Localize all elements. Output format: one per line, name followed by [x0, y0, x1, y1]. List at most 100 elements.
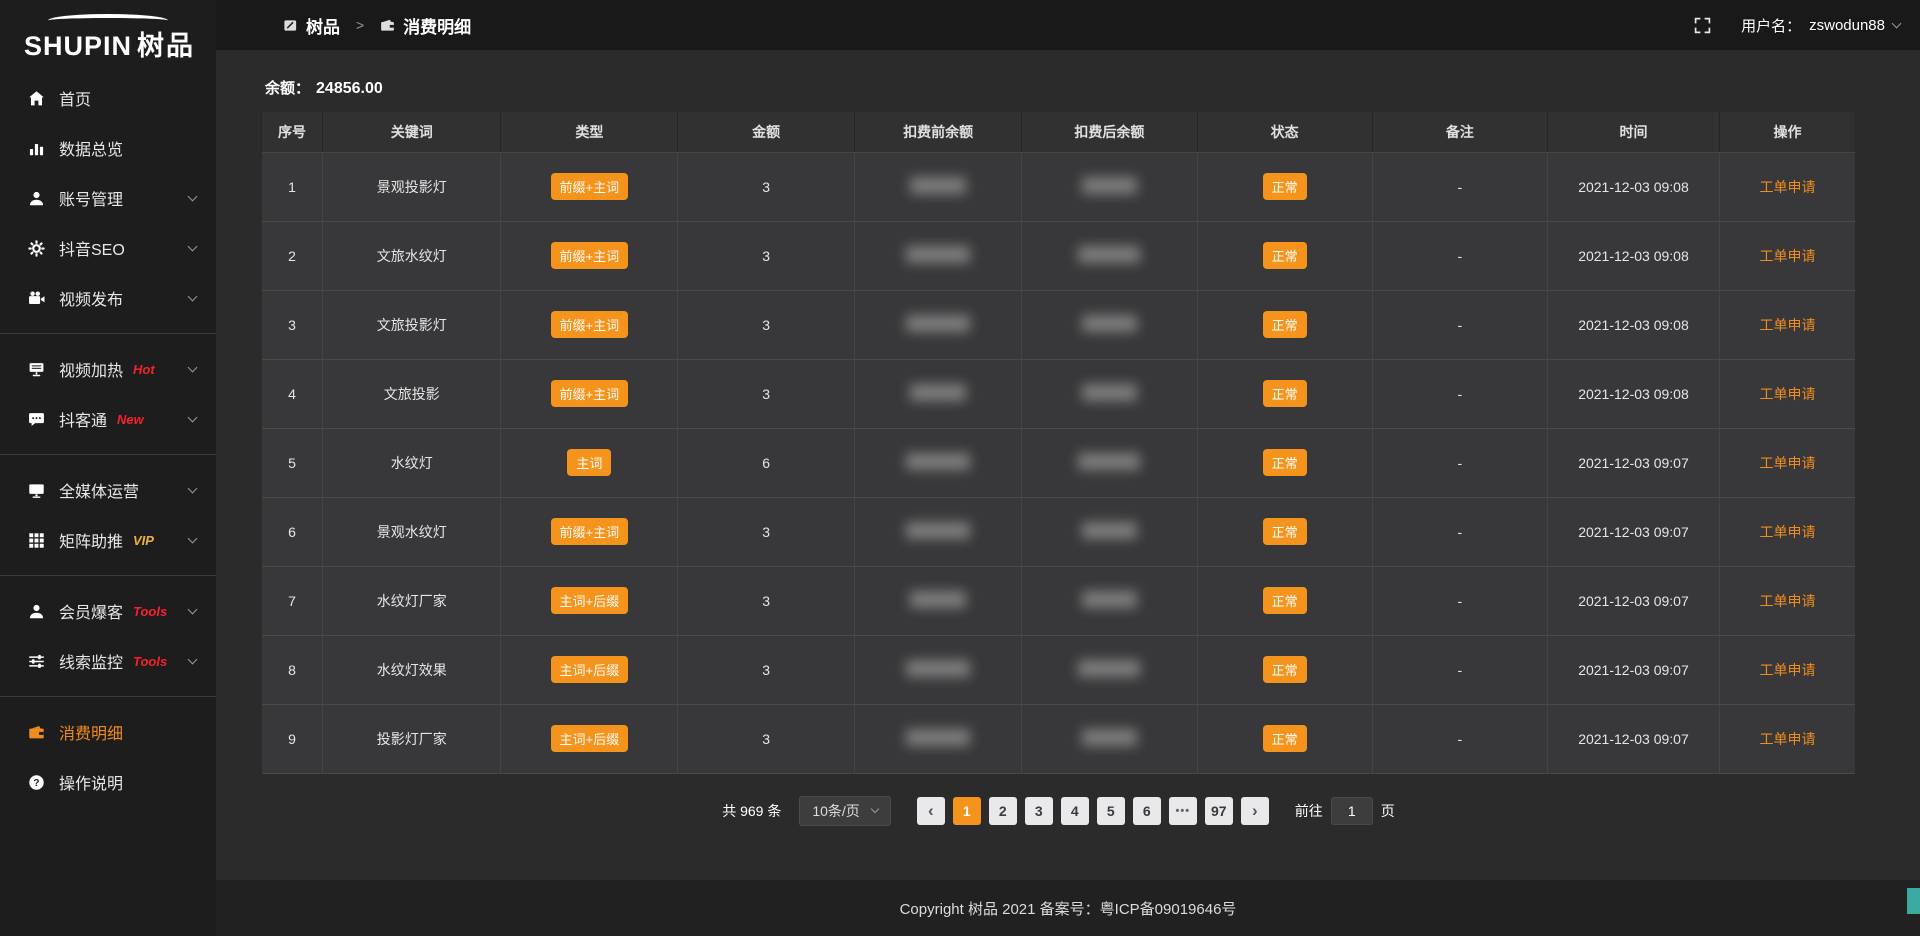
- sidebar-item-3[interactable]: 账号管理: [0, 173, 216, 223]
- sidebar-item-11[interactable]: 线索监控Tools: [0, 636, 216, 686]
- column-header-10: 操作: [1720, 112, 1856, 152]
- ticket-apply-link[interactable]: 工单申请: [1760, 524, 1816, 540]
- ticket-apply-link[interactable]: 工单申请: [1760, 455, 1816, 471]
- cell-index: 5: [262, 428, 323, 497]
- cell-keyword: 水纹灯厂家: [323, 566, 501, 635]
- masked-value: [910, 177, 966, 194]
- sidebar-item-label: 数据总览: [59, 136, 123, 160]
- service-widget[interactable]: [1907, 888, 1920, 914]
- sidebar-item-6[interactable]: 视频加热Hot: [0, 344, 216, 394]
- cell-time: 2021-12-03 09:07: [1547, 566, 1719, 635]
- cell-remark: -: [1372, 152, 1547, 221]
- chevron-down-icon: [188, 412, 198, 422]
- cell-action: 工单申请: [1720, 566, 1856, 635]
- chevron-down-icon: [188, 483, 198, 493]
- page-size-select[interactable]: 10条/页: [799, 796, 890, 826]
- ticket-apply-link[interactable]: 工单申请: [1760, 317, 1816, 333]
- consumption-table: 序号关键词类型金额扣费前余额扣费后余额状态备注时间操作 1景观投影灯前缀+主词3…: [262, 112, 1855, 774]
- monitor-icon: [28, 482, 45, 499]
- prev-page-button[interactable]: ‹: [917, 797, 945, 825]
- cell-balance-before: [855, 497, 1022, 566]
- cell-balance-after: [1022, 152, 1197, 221]
- username-value[interactable]: zswodun88: [1809, 17, 1885, 34]
- ticket-apply-link[interactable]: 工单申请: [1760, 593, 1816, 609]
- column-header-5: 扣费前余额: [855, 112, 1022, 152]
- topbar: 树品 > 消费明细 用户名： zswodun88: [216, 0, 1920, 50]
- sidebar-item-10[interactable]: 会员爆客Tools: [0, 586, 216, 636]
- type-badge: 前缀+主词: [551, 311, 629, 338]
- goto-label: 前往: [1295, 801, 1323, 821]
- page-button-1[interactable]: 1: [953, 797, 981, 825]
- sidebar-item-2[interactable]: 数据总览: [0, 123, 216, 173]
- sidebar-item-label: 矩阵助推: [59, 528, 123, 552]
- masked-value: [1082, 729, 1137, 746]
- cell-keyword: 景观投影灯: [323, 152, 501, 221]
- cell-amount: 3: [678, 635, 855, 704]
- masked-value: [1082, 591, 1137, 608]
- cell-index: 3: [262, 290, 323, 359]
- sidebar-item-7[interactable]: 抖客通New: [0, 394, 216, 444]
- masked-value: [1082, 315, 1137, 332]
- column-header-9: 时间: [1547, 112, 1719, 152]
- cell-amount: 3: [678, 497, 855, 566]
- chevron-down-icon: [188, 191, 198, 201]
- page-button-4[interactable]: 4: [1061, 797, 1089, 825]
- sidebar-item-tag: VIP: [133, 533, 154, 548]
- cell-time: 2021-12-03 09:08: [1547, 359, 1719, 428]
- sidebar-item-1[interactable]: 首页: [0, 73, 216, 123]
- sidebar-divider: [0, 575, 216, 576]
- ticket-apply-link[interactable]: 工单申请: [1760, 386, 1816, 402]
- masked-value: [906, 315, 970, 332]
- more-pages-button[interactable]: •••: [1169, 797, 1197, 825]
- cell-keyword: 文旅水纹灯: [323, 221, 501, 290]
- column-header-7: 状态: [1197, 112, 1372, 152]
- cell-action: 工单申请: [1720, 704, 1856, 773]
- sidebar-item-12[interactable]: 消费明细: [0, 707, 216, 757]
- breadcrumb-root[interactable]: 树品: [306, 13, 340, 38]
- footer: Copyright 树品 2021 备案号：粤ICP备09019646号: [216, 880, 1920, 936]
- masked-value: [906, 660, 970, 677]
- cell-action: 工单申请: [1720, 497, 1856, 566]
- sidebar-item-8[interactable]: 全媒体运营: [0, 465, 216, 515]
- chevron-down-icon[interactable]: [1892, 19, 1902, 29]
- page-button-97[interactable]: 97: [1205, 797, 1233, 825]
- goto-page-input[interactable]: [1331, 797, 1373, 825]
- cell-status: 正常: [1197, 152, 1372, 221]
- home-icon: [28, 90, 45, 107]
- cell-remark: -: [1372, 635, 1547, 704]
- cell-remark: -: [1372, 359, 1547, 428]
- cell-balance-before: [855, 428, 1022, 497]
- page-button-6[interactable]: 6: [1133, 797, 1161, 825]
- ticket-apply-link[interactable]: 工单申请: [1760, 662, 1816, 678]
- cell-balance-before: [855, 221, 1022, 290]
- page-button-3[interactable]: 3: [1025, 797, 1053, 825]
- sidebar-menu: 首页数据总览账号管理抖音SEO视频发布视频加热Hot抖客通New全媒体运营矩阵助…: [0, 73, 216, 807]
- sidebar-item-label: 账号管理: [59, 186, 123, 210]
- table-row: 1景观投影灯前缀+主词3正常-2021-12-03 09:08工单申请: [262, 152, 1855, 221]
- cell-balance-before: [855, 635, 1022, 704]
- chevron-down-icon: [871, 805, 879, 813]
- sidebar-item-13[interactable]: ?操作说明: [0, 757, 216, 807]
- sidebar-item-4[interactable]: 抖音SEO: [0, 223, 216, 273]
- page-button-2[interactable]: 2: [989, 797, 1017, 825]
- sidebar-item-5[interactable]: 视频发布: [0, 273, 216, 323]
- fullscreen-icon[interactable]: [1694, 17, 1711, 34]
- cell-remark: -: [1372, 428, 1547, 497]
- ticket-apply-link[interactable]: 工单申请: [1760, 731, 1816, 747]
- sidebar-item-9[interactable]: 矩阵助推 VIP: [0, 515, 216, 565]
- cell-type: 前缀+主词: [501, 290, 678, 359]
- cell-balance-before: [855, 152, 1022, 221]
- sidebar-item-label: 视频发布: [59, 286, 123, 310]
- ticket-apply-link[interactable]: 工单申请: [1760, 179, 1816, 195]
- type-badge: 主词: [567, 449, 611, 476]
- gear-icon: [28, 240, 45, 257]
- page-button-5[interactable]: 5: [1097, 797, 1125, 825]
- sidebar-divider: [0, 333, 216, 334]
- next-page-button[interactable]: ›: [1241, 797, 1269, 825]
- ticket-apply-link[interactable]: 工单申请: [1760, 248, 1816, 264]
- cell-type: 前缀+主词: [501, 152, 678, 221]
- logo-text: SHUPIN树品: [24, 24, 216, 63]
- cell-balance-after: [1022, 635, 1197, 704]
- type-badge: 前缀+主词: [551, 518, 629, 545]
- grid-icon: [28, 532, 45, 549]
